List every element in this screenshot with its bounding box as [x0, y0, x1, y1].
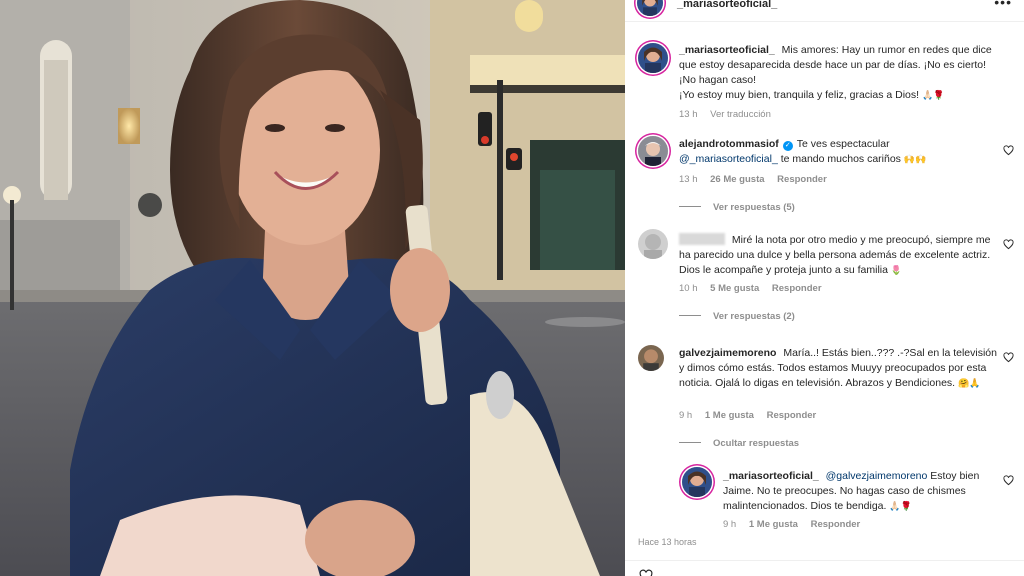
post-header: _mariasorteoficial_ •••: [625, 0, 1024, 22]
comment-2-meta: 10 h 5 Me gusta Responder: [679, 283, 832, 294]
comment-2-time: 10 h: [679, 283, 698, 294]
replies-line: [679, 206, 701, 207]
comments-panel: _mariasorteoficial_ ••• _mariasorteofici…: [625, 0, 1024, 576]
comment-1-emoji: 🙌🙌: [903, 154, 927, 164]
hide-replies[interactable]: Ocultar respuestas: [679, 438, 799, 449]
caption-time: 13 h: [679, 109, 698, 120]
comment-1-mention[interactable]: @_mariasorteoficial_: [679, 153, 778, 165]
comment-2-reply-button[interactable]: Responder: [772, 283, 822, 294]
caption-text-2: ¡Yo estoy muy bien, tranquila y feliz, g…: [679, 89, 920, 101]
comment-3-username[interactable]: galvezjaimemoreno: [679, 347, 776, 359]
reply-1: _mariasorteoficial_ @galvezjaimemoreno E…: [723, 469, 997, 514]
comment-3-emoji: 🤗🙏: [958, 378, 981, 388]
view-replies-1[interactable]: Ver respuestas (5): [679, 202, 795, 213]
reply-mention[interactable]: @galvezjaimemoreno: [826, 470, 928, 482]
reply-reply-button[interactable]: Responder: [811, 519, 861, 530]
hide-replies-label: Ocultar respuestas: [713, 438, 800, 449]
blurred-username: [679, 233, 725, 245]
comment-avatar[interactable]: [638, 229, 668, 259]
caption-meta: 13 h Ver traducción: [679, 109, 781, 120]
like-heart-icon[interactable]: [1003, 352, 1014, 363]
verified-badge-icon: ✓: [782, 141, 793, 151]
comment-3-time: 9 h: [679, 410, 693, 421]
view-replies-1-label: Ver respuestas (5): [713, 202, 795, 213]
caption-avatar[interactable]: [638, 43, 668, 73]
reply-time: 9 h: [723, 519, 737, 530]
comment-3-reply-button[interactable]: Responder: [767, 410, 817, 421]
reply-emoji: 🙏🏻🌹: [889, 501, 912, 511]
reply-username[interactable]: _mariasorteoficial_: [723, 470, 819, 482]
comment-3-likes[interactable]: 1 Me gusta: [705, 410, 754, 421]
caption-emoji: 🙏🏻🌹: [921, 90, 945, 100]
comment-1-meta: 13 h 26 Me gusta Responder: [679, 174, 837, 185]
reply-avatar[interactable]: [682, 467, 712, 497]
view-replies-2-label: Ver respuestas (2): [713, 311, 795, 322]
reply-meta: 9 h 1 Me gusta Responder: [723, 519, 870, 530]
comment-1: alejandrotommasiof ✓ Te ves espectacular @…: [679, 137, 997, 167]
comment-2-emoji: 🌷: [890, 265, 903, 275]
avatar[interactable]: [637, 0, 663, 16]
post-image: [0, 0, 625, 576]
author-username[interactable]: _mariasorteoficial_: [677, 0, 777, 10]
post-photo[interactable]: [0, 0, 625, 576]
like-heart-icon[interactable]: [1003, 475, 1014, 486]
comment-2: Miré la nota por otro medio y me preocup…: [679, 233, 997, 278]
like-heart-icon[interactable]: [1003, 239, 1014, 250]
more-horizontal-icon[interactable]: •••: [994, 0, 1012, 10]
see-translation-link[interactable]: Ver traducción: [710, 109, 771, 120]
comment-1-likes[interactable]: 26 Me gusta: [710, 174, 764, 185]
replies-line: [679, 315, 701, 316]
comment-1-username[interactable]: alejandrotommasiof: [679, 138, 779, 150]
comment-2-text: Miré la nota por otro medio y me preocup…: [679, 234, 991, 276]
comment-3: galvezjaimemoreno María..! Estás bien..?…: [679, 346, 997, 391]
like-heart-icon[interactable]: [1003, 145, 1014, 156]
comment-1-text-after: te mando muchos cariños: [780, 153, 901, 165]
comment-1-text-before: Te ves espectacular: [796, 138, 890, 150]
comment-1-time: 13 h: [679, 174, 698, 185]
view-replies-2[interactable]: Ver respuestas (2): [679, 311, 795, 322]
comment-avatar[interactable]: [638, 345, 664, 371]
caption-username[interactable]: _mariasorteoficial_: [679, 44, 775, 56]
replies-line: [679, 442, 701, 443]
reply-likes[interactable]: 1 Me gusta: [749, 519, 798, 530]
action-bar: [625, 560, 1024, 576]
comment-avatar[interactable]: [638, 136, 668, 166]
comment-1-reply-button[interactable]: Responder: [777, 174, 827, 185]
heart-icon[interactable]: [639, 569, 653, 576]
comment-2-likes[interactable]: 5 Me gusta: [710, 283, 759, 294]
post-caption: _mariasorteoficial_ Mis amores: Hay un r…: [679, 43, 997, 103]
comment-3-meta: 9 h 1 Me gusta Responder: [679, 410, 826, 421]
post-timestamp: Hace 13 horas: [638, 537, 697, 547]
